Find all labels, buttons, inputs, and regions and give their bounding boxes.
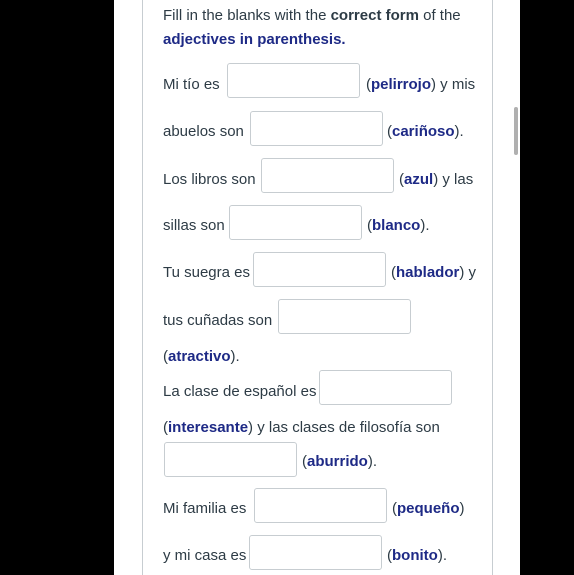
hint-text: (atractivo). <box>163 348 240 366</box>
hint-text: (azul) y las <box>399 171 473 189</box>
adjective-hint: interesante <box>168 419 249 436</box>
prompt-text: tus cuñadas son <box>163 312 273 329</box>
hint-text: (blanco). <box>367 217 430 235</box>
instructions-text: Fill in the blanks with the <box>163 7 331 24</box>
instructions-line-2: adjectives in parenthesis. <box>163 31 346 48</box>
trailing-text: ) y <box>459 264 477 281</box>
trailing-text: ). <box>367 453 378 470</box>
trailing-text: ) <box>459 500 465 517</box>
answer-input-atractivo[interactable] <box>278 299 411 334</box>
answer-input-interesante[interactable] <box>319 370 452 405</box>
hint-text: (cariñoso). <box>387 123 464 141</box>
answer-input-hablador[interactable] <box>253 252 386 287</box>
answer-input-carinoso[interactable] <box>250 111 383 146</box>
instructions-bold: correct form <box>330 7 419 24</box>
trailing-text: ) y las clases de filosofía son <box>248 419 440 436</box>
prompt-text: Los libros son <box>163 171 256 188</box>
adjective-hint: cariñoso <box>392 123 455 140</box>
prompt-text: Mi familia es <box>163 500 247 517</box>
prompt-text: La clase de español es <box>163 383 317 400</box>
prompt-text: Mi tío es <box>163 76 220 93</box>
prompt-text: abuelos son <box>163 123 244 140</box>
adjective-hint: pequeño <box>397 500 460 517</box>
answer-input-pequeno[interactable] <box>254 488 387 523</box>
hint-text: (pelirrojo) y mis <box>366 76 475 94</box>
answer-input-pelirrojo[interactable] <box>227 63 360 98</box>
hint-text: (pequeño) <box>392 500 465 518</box>
adjective-hint: pelirrojo <box>371 76 432 93</box>
adjective-hint: azul <box>404 171 434 188</box>
instructions-line-1: Fill in the blanks with the correct form… <box>163 7 461 25</box>
trailing-text: ) y las <box>433 171 474 188</box>
panel-border-left <box>142 0 143 575</box>
trailing-text: ). <box>420 217 430 234</box>
hint-text: (hablador) y <box>391 264 476 282</box>
prompt-text: Tu suegra es <box>163 264 250 281</box>
scrollbar-thumb[interactable] <box>514 107 518 155</box>
instructions-text-end: of the <box>418 7 461 24</box>
hint-text: (aburrido). <box>302 453 377 471</box>
prompt-text: y mi casa es <box>163 547 247 564</box>
trailing-text: ). <box>437 547 447 564</box>
panel-border-right <box>492 0 493 575</box>
prompt-text: sillas son <box>163 217 225 234</box>
trailing-text: ). <box>230 348 240 365</box>
hint-text: (bonito). <box>387 547 447 565</box>
trailing-text: ). <box>454 123 464 140</box>
answer-input-bonito[interactable] <box>249 535 382 570</box>
adjective-hint: atractivo <box>168 348 231 365</box>
adjective-hint: hablador <box>396 264 460 281</box>
answer-input-azul[interactable] <box>261 158 394 193</box>
answer-input-aburrido[interactable] <box>164 442 297 477</box>
hint-text: (interesante) y las clases de filosofía … <box>163 419 440 437</box>
adjective-hint: bonito <box>392 547 438 564</box>
adjective-hint: aburrido <box>307 453 368 470</box>
adjective-hint: blanco <box>372 217 421 234</box>
answer-input-blanco[interactable] <box>229 205 362 240</box>
trailing-text: ) y mis <box>431 76 476 93</box>
